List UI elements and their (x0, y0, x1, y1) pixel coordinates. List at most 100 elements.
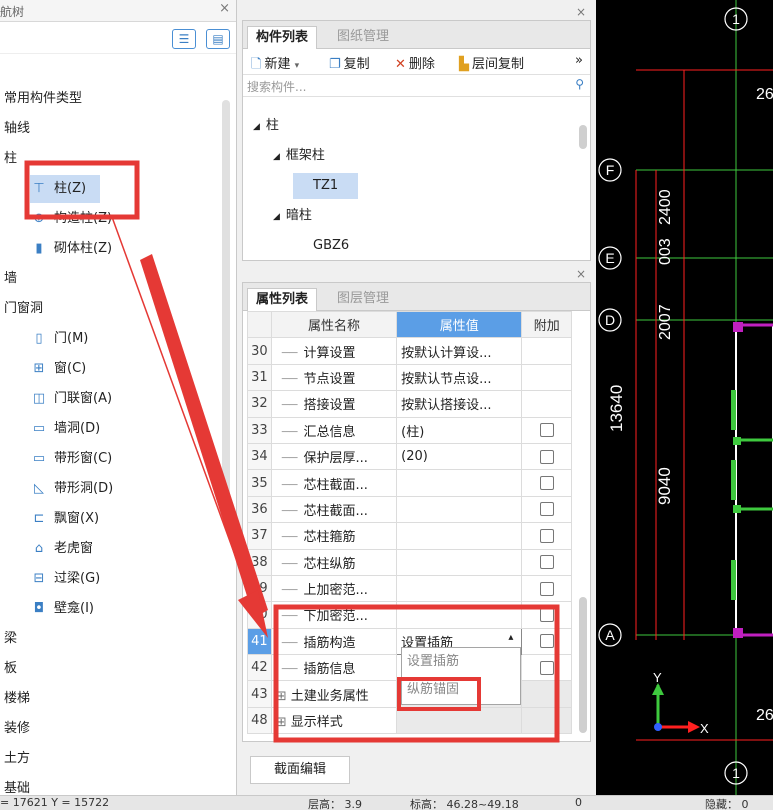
nav-item[interactable]: ◫ 门联窗(A) (30, 385, 112, 413)
property-row[interactable]: 48 ⊞ 显示样式 (247, 706, 572, 735)
extra-checkbox[interactable] (539, 423, 554, 438)
component-tree-item[interactable]: ◢ 柱 (253, 113, 279, 139)
property-value[interactable] (396, 706, 523, 735)
extra-checkbox[interactable] (539, 555, 554, 570)
detail-view-icon[interactable]: ▤ (206, 29, 230, 49)
search-input[interactable]: 搜索构件... (247, 78, 306, 95)
middle-panels: × 构件列表 图纸管理 🗋 新建 ▾ ❐ 复制 ✕ 删除 ▙ 层间复制 » 搜索构件..… (238, 0, 595, 795)
nav-item[interactable]: ◘ 壁龛(I) (30, 595, 94, 623)
property-value[interactable]: 按默认计算设... (396, 337, 523, 365)
nav-item[interactable]: ⊕ 构造柱(Z) (30, 205, 113, 233)
component-tree-item[interactable]: GBZ6 (313, 233, 349, 259)
more-button[interactable]: » (575, 53, 583, 68)
property-value[interactable]: 按默认搭接设... (396, 390, 523, 418)
expand-icon[interactable]: ⊞ (276, 689, 287, 704)
section-edit-button[interactable]: 截面编辑 (250, 756, 350, 784)
property-value[interactable] (396, 522, 523, 550)
extra-checkbox[interactable] (539, 449, 554, 464)
delete-button[interactable]: ✕ 删除 (395, 53, 435, 72)
property-value[interactable] (396, 495, 523, 524)
property-value[interactable]: (柱) (396, 416, 523, 444)
extra-checkbox[interactable] (539, 502, 554, 517)
tab-layer-manage[interactable]: 图层管理 (329, 288, 397, 311)
chevron-up-icon[interactable]: ▴ (508, 632, 513, 643)
nav-item[interactable]: 楼梯 (4, 685, 30, 713)
nav-item[interactable]: 柱 (4, 145, 17, 173)
tab-drawing-manage[interactable]: 图纸管理 (329, 26, 397, 49)
extra-checkbox[interactable] (539, 607, 554, 622)
expand-icon[interactable]: ⊞ (276, 715, 287, 730)
nav-item-label: 门联窗(A) (54, 391, 113, 406)
extra-checkbox[interactable] (539, 581, 554, 596)
search-icon[interactable]: ⚲ (575, 77, 584, 91)
new-button[interactable]: 🗋 新建 ▾ (251, 53, 299, 77)
property-scrollbar[interactable] (579, 597, 587, 733)
dropdown-option[interactable]: 纵筋锚固 (402, 676, 520, 704)
dropdown-option[interactable]: 设置插筋 (402, 648, 520, 676)
property-value[interactable] (396, 469, 523, 497)
nav-item[interactable]: 土方 (4, 745, 30, 773)
property-row[interactable]: 37 ── 芯柱箍筋 (247, 522, 572, 550)
component-tree-label: TZ1 (313, 178, 339, 193)
nav-scrollbar[interactable] (222, 100, 230, 520)
cad-canvas[interactable]: 1 F E D A 1 26 2400 2007 003 13640 9040 … (596, 0, 773, 795)
nav-item[interactable]: ⊤ 柱(Z) (30, 175, 101, 203)
expand-icon[interactable]: ◢ (253, 122, 260, 132)
close-icon[interactable]: × (576, 267, 586, 281)
copy-button[interactable]: ❐ 复制 (329, 53, 370, 72)
property-row[interactable]: 35 ── 芯柱截面... (247, 469, 572, 497)
nav-item[interactable]: 板 (4, 655, 17, 683)
tab-property-list[interactable]: 属性列表 (247, 288, 318, 311)
nav-item[interactable]: ⊞ 窗(C) (30, 355, 87, 383)
property-row[interactable]: 33 ── 汇总信息 (柱) (247, 416, 572, 444)
nav-item[interactable]: ⌂ 老虎窗 (30, 535, 93, 563)
property-row[interactable]: 34 ── 保护层厚... (20) (247, 442, 572, 471)
nav-item[interactable]: ▮ 砌体柱(Z) (30, 235, 112, 263)
property-value[interactable] (396, 601, 523, 629)
nav-item[interactable]: 常用构件类型 (4, 85, 82, 113)
property-row[interactable]: 39 ── 上加密范... (247, 574, 572, 603)
cad-drawing[interactable]: 1 F E D A 1 26 2400 2007 003 13640 9040 … (596, 0, 773, 795)
component-tree-item[interactable]: ◢ 暗柱 (273, 203, 312, 229)
property-extra (521, 390, 572, 418)
property-row[interactable]: 30 ── 计算设置 按默认计算设... (247, 337, 572, 365)
property-row[interactable]: 36 ── 芯柱截面... (247, 495, 572, 524)
property-value[interactable]: (20) (396, 442, 523, 471)
component-scrollbar[interactable] (579, 125, 587, 149)
nav-item[interactable]: ⊏ 飘窗(X) (30, 505, 100, 533)
property-value[interactable] (396, 574, 523, 603)
nav-item[interactable]: ◺ 带形洞(D) (30, 475, 113, 503)
nav-item-label: 常用构件类型 (4, 91, 83, 106)
nav-item[interactable]: 装修 (4, 715, 30, 743)
nav-item[interactable]: 轴线 (4, 115, 30, 143)
layer-copy-button[interactable]: ▙ 层间复制 (459, 53, 524, 72)
nav-item[interactable]: ▭ 墙洞(D) (30, 415, 100, 443)
component-search[interactable]: 搜索构件... ⚲ (243, 75, 590, 97)
close-icon[interactable]: × (576, 5, 586, 19)
property-value[interactable]: 按默认节点设... (396, 363, 523, 392)
list-view-icon[interactable]: ☰ (172, 29, 196, 49)
property-row[interactable]: 31 ── 节点设置 按默认节点设... (247, 363, 572, 392)
close-icon[interactable]: × (219, 1, 230, 16)
expand-icon[interactable]: ◢ (273, 212, 280, 222)
extra-checkbox[interactable] (539, 660, 554, 675)
nav-item[interactable]: ⊟ 过梁(G) (30, 565, 101, 593)
tab-component-list[interactable]: 构件列表 (247, 26, 318, 49)
expand-icon[interactable]: ◢ (273, 152, 280, 162)
extra-checkbox[interactable] (539, 476, 554, 491)
nav-item[interactable]: 门窗洞 (4, 295, 43, 323)
component-tree-item[interactable]: TZ1 (293, 173, 359, 199)
property-row[interactable]: 32 ── 搭接设置 按默认搭接设... (247, 390, 572, 418)
nav-item[interactable]: ▯ 门(M) (30, 325, 88, 353)
component-tree-item[interactable]: ◢ 框架柱 (273, 143, 325, 169)
nav-item[interactable]: ▭ 带形窗(C) (30, 445, 112, 473)
property-value[interactable] (396, 548, 523, 576)
property-row[interactable]: 38 ── 芯柱纵筋 (247, 548, 572, 576)
property-row[interactable]: 40 ── 下加密范... (247, 601, 572, 629)
nav-item[interactable]: 墙 (4, 265, 17, 293)
extra-checkbox[interactable] (539, 634, 554, 649)
extra-checkbox[interactable] (539, 528, 554, 543)
nav-item[interactable]: 梁 (4, 625, 17, 653)
nav-item[interactable]: 基础 (4, 775, 30, 795)
row-number: 36 (247, 495, 272, 524)
